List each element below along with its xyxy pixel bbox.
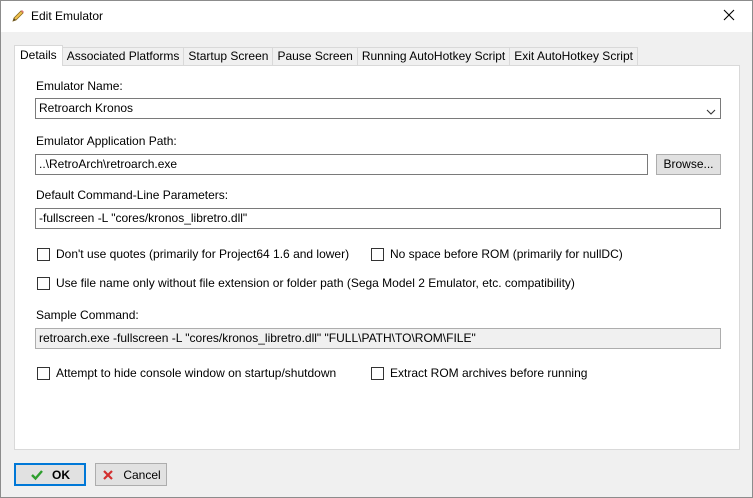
extract-archives-label: Extract ROM archives before running: [390, 366, 588, 380]
pencil-icon: [10, 8, 26, 24]
checkbox-box[interactable]: [371, 247, 384, 261]
no-quotes-label: Don't use quotes (primarily for Project6…: [56, 247, 350, 261]
details-panel: Emulator Name: Retroarch Kronos Emulator…: [14, 65, 740, 450]
no-space-label: No space before ROM (primarily for nullD…: [390, 247, 623, 261]
tab-details[interactable]: Details: [14, 45, 63, 66]
tab-exit-autohotkey-script[interactable]: Exit AutoHotkey Script: [509, 47, 638, 66]
checkbox-box[interactable]: [37, 276, 50, 290]
ok-label: OK: [52, 467, 70, 482]
hide-console-checkbox[interactable]: Attempt to hide console window on startu…: [37, 366, 336, 380]
hide-console-label: Attempt to hide console window on startu…: [56, 366, 337, 380]
tab-startup-screen[interactable]: Startup Screen: [183, 47, 274, 66]
emulator-name-value: Retroarch Kronos: [39, 101, 134, 115]
app-path-label: Emulator Application Path:: [36, 134, 177, 148]
filename-only-checkbox[interactable]: Use file name only without file extensio…: [37, 276, 575, 290]
params-input[interactable]: -fullscreen -L "cores/kronos_libretro.dl…: [35, 208, 721, 229]
params-value: -fullscreen -L "cores/kronos_libretro.dl…: [39, 211, 248, 225]
app-path-value: ..\RetroArch\retroarch.exe: [39, 157, 178, 171]
ok-button[interactable]: OK: [14, 463, 86, 486]
cancel-label: Cancel: [123, 467, 161, 482]
chevron-down-icon[interactable]: [706, 104, 716, 115]
window-title: Edit Emulator: [31, 9, 104, 23]
title-bar: Edit Emulator: [1, 1, 752, 32]
app-path-input[interactable]: ..\RetroArch\retroarch.exe: [35, 154, 648, 175]
close-icon: [723, 9, 735, 24]
extract-archives-checkbox[interactable]: Extract ROM archives before running: [371, 366, 587, 380]
checkmark-icon: [30, 468, 44, 482]
checkbox-box[interactable]: [371, 366, 384, 380]
cancel-button[interactable]: Cancel: [95, 463, 167, 486]
tab-pause-screen[interactable]: Pause Screen: [272, 47, 358, 66]
browse-button[interactable]: Browse...: [656, 154, 721, 175]
no-space-checkbox[interactable]: No space before ROM (primarily for nullD…: [371, 247, 623, 261]
edit-emulator-window: Edit Emulator Details Associated Platfor…: [0, 0, 753, 498]
tab-associated-platforms[interactable]: Associated Platforms: [61, 47, 185, 66]
tab-running-autohotkey-script[interactable]: Running AutoHotkey Script: [356, 47, 511, 66]
params-label: Default Command-Line Parameters:: [36, 188, 229, 202]
checkbox-box[interactable]: [37, 366, 50, 380]
sample-command-label: Sample Command:: [36, 308, 139, 322]
filename-only-label: Use file name only without file extensio…: [56, 276, 575, 290]
close-button[interactable]: [706, 1, 752, 32]
checkbox-box[interactable]: [37, 247, 50, 261]
sample-command-value: retroarch.exe -fullscreen -L "cores/kron…: [39, 331, 476, 345]
x-icon: [101, 468, 115, 482]
sample-command-field: retroarch.exe -fullscreen -L "cores/kron…: [35, 328, 721, 349]
emulator-name-combo[interactable]: Retroarch Kronos: [35, 98, 721, 119]
no-quotes-checkbox[interactable]: Don't use quotes (primarily for Project6…: [37, 247, 349, 261]
emulator-name-label: Emulator Name:: [36, 79, 123, 93]
tab-strip: Details Associated Platforms Startup Scr…: [14, 45, 638, 66]
